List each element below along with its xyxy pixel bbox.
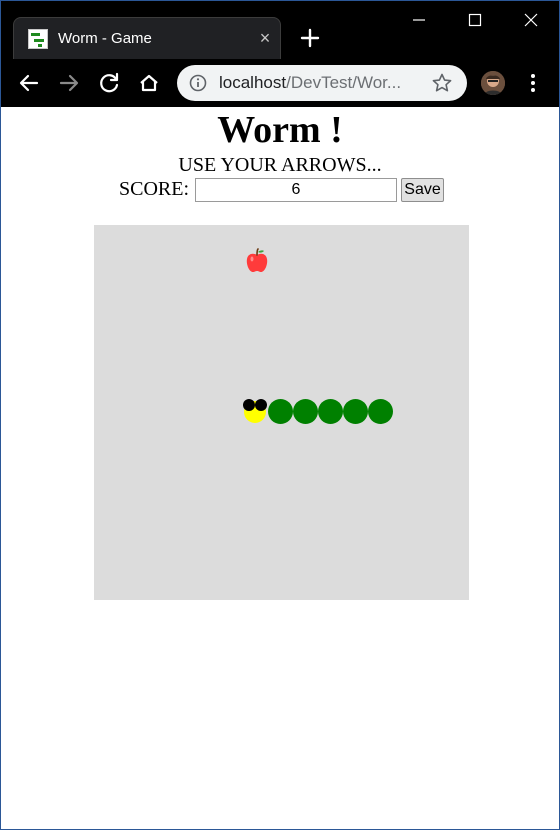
- minimize-icon[interactable]: [391, 1, 447, 41]
- apple-icon: [243, 247, 271, 275]
- save-button[interactable]: Save: [401, 178, 444, 202]
- window-close-icon[interactable]: [503, 1, 559, 41]
- score-label: SCORE:: [119, 178, 190, 200]
- worm-body-segment: [318, 399, 343, 424]
- score-input[interactable]: [195, 178, 397, 202]
- page-content: Worm ! USE YOUR ARROWS... SCORE: Save: [1, 107, 559, 829]
- favicon-icon: [28, 29, 48, 49]
- forward-arrow-icon[interactable]: [55, 69, 83, 97]
- tab-close-icon[interactable]: ×: [254, 27, 276, 49]
- tab-title: Worm - Game: [58, 30, 152, 47]
- profile-avatar[interactable]: [481, 71, 505, 95]
- new-tab-icon[interactable]: [297, 25, 323, 51]
- address-bar[interactable]: localhost/DevTest/Wor...: [177, 65, 467, 101]
- browser-toolbar: localhost/DevTest/Wor...: [1, 59, 559, 107]
- reload-icon[interactable]: [95, 69, 123, 97]
- worm-body-segment: [293, 399, 318, 424]
- worm-body-segment: [368, 399, 393, 424]
- url-text: localhost/DevTest/Wor...: [219, 73, 401, 93]
- page-title: Worm !: [217, 109, 343, 151]
- info-icon[interactable]: [189, 74, 207, 92]
- worm-body-segment: [268, 399, 293, 424]
- back-arrow-icon[interactable]: [15, 69, 43, 97]
- maximize-icon[interactable]: [447, 1, 503, 41]
- home-icon[interactable]: [135, 69, 163, 97]
- worm-head: [242, 398, 268, 424]
- url-path: /DevTest/Wor...: [286, 73, 402, 92]
- browser-tab[interactable]: Worm - Game ×: [13, 17, 281, 59]
- title-bar: Worm - Game ×: [1, 1, 559, 59]
- game-board[interactable]: [94, 225, 469, 600]
- instructions-text: USE YOUR ARROWS...: [178, 154, 382, 176]
- worm-body-segment: [343, 399, 368, 424]
- url-host: localhost: [219, 73, 287, 92]
- kebab-menu-icon[interactable]: [523, 71, 543, 95]
- browser-window: Worm - Game × localhost/DevTest/Wor... W…: [0, 0, 560, 830]
- bookmark-star-icon[interactable]: [431, 72, 453, 94]
